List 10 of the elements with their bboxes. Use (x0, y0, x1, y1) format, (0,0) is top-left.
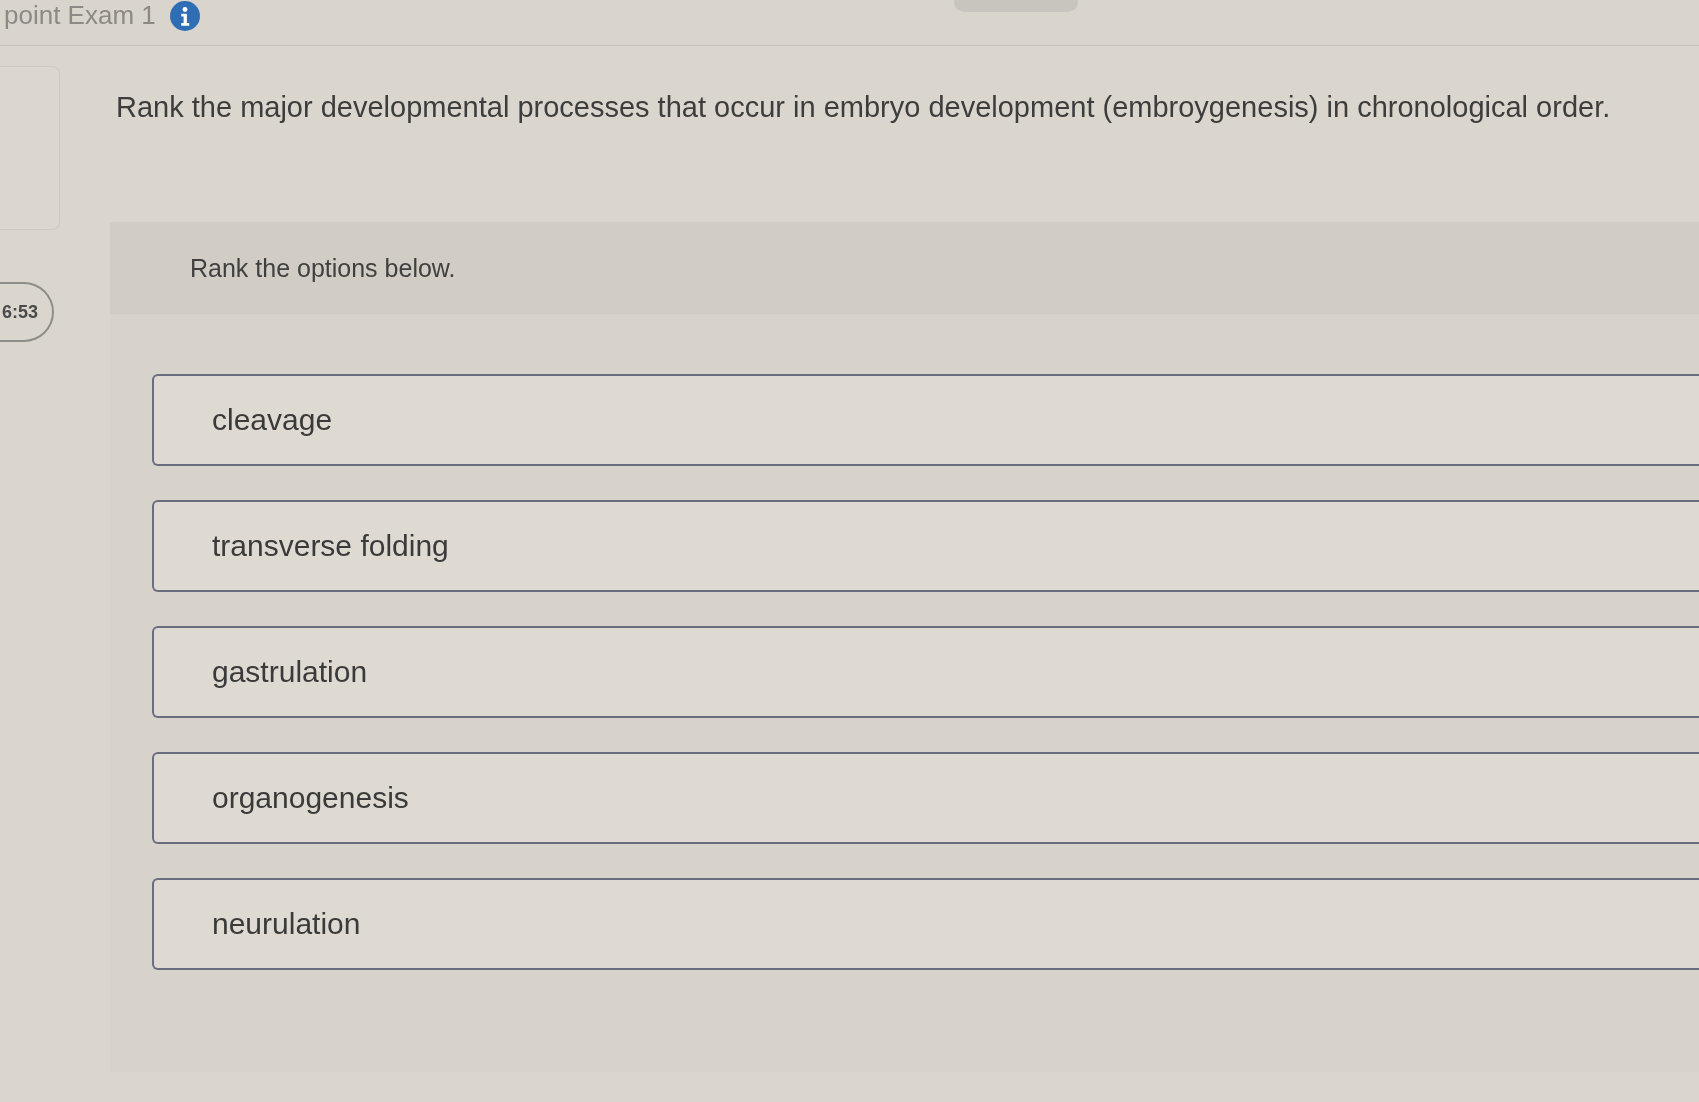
info-icon[interactable] (169, 1, 200, 31)
rank-option[interactable]: organogenesis (152, 752, 1699, 844)
exam-title: point Exam 1 (4, 1, 156, 29)
timer-badge: 6:53 (0, 282, 54, 342)
instruction-text: Rank the options below. (190, 253, 456, 283)
rank-option[interactable]: transverse folding (152, 500, 1699, 592)
rank-option[interactable]: gastrulation (152, 626, 1699, 718)
rank-option[interactable]: cleavage (152, 374, 1699, 466)
question-prompt: Rank the major developmental processes that occur in embryo development (embroygenesis) in chronological order. (116, 90, 1612, 125)
rank-option[interactable]: neurulation (152, 878, 1699, 970)
